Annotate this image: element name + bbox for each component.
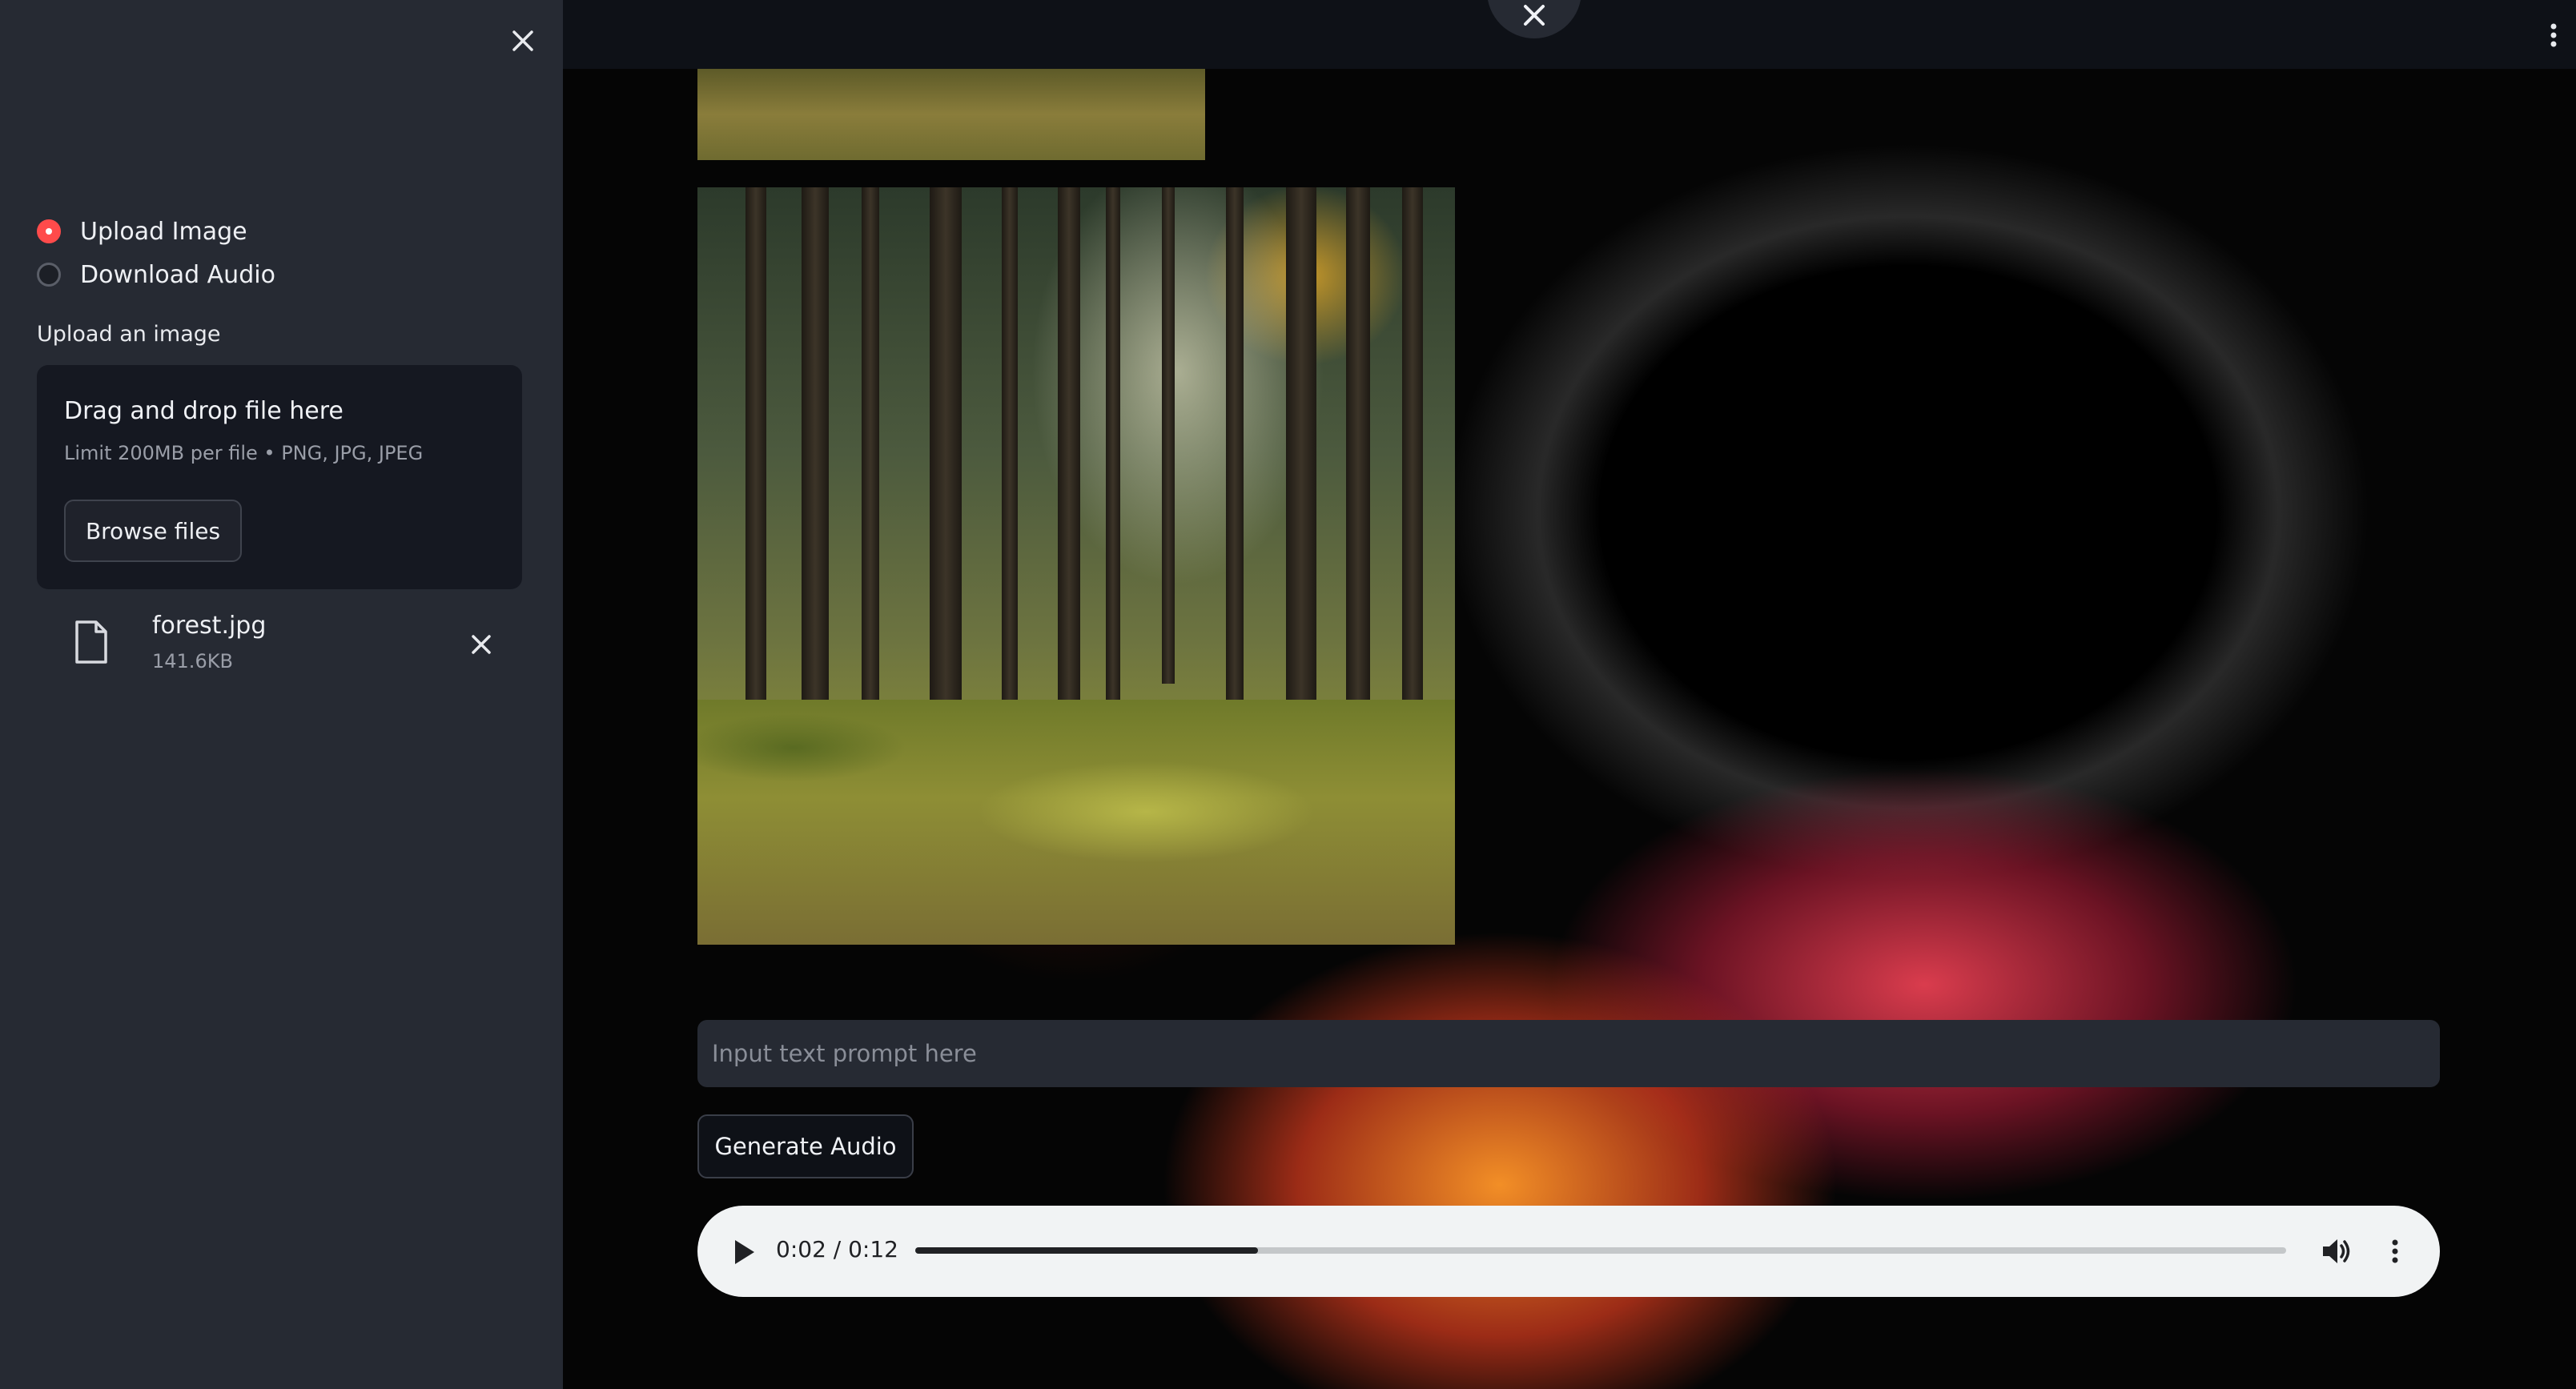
audio-progress-bar[interactable] (915, 1247, 2286, 1254)
radio-label: Download Audio (80, 260, 275, 289)
file-name: forest.jpg (152, 612, 267, 640)
text-prompt-input[interactable] (697, 1020, 2440, 1087)
audio-time: 0:02 / 0:12 (776, 1236, 898, 1263)
kebab-menu-icon (2550, 23, 2557, 47)
kebab-menu-icon (2392, 1239, 2398, 1263)
play-icon (735, 1240, 754, 1264)
sidebar: Upload Image Download Audio Upload an im… (0, 0, 563, 1389)
sidebar-close-button[interactable] (503, 21, 543, 61)
dropzone-title: Drag and drop file here (64, 397, 344, 425)
radio-label: Upload Image (80, 217, 247, 246)
remove-file-button[interactable] (461, 624, 501, 664)
radio-upload-image[interactable]: Upload Image (37, 210, 275, 253)
file-icon (74, 620, 109, 668)
radio-download-audio[interactable]: Download Audio (37, 253, 275, 296)
audio-volume-button[interactable] (2318, 1233, 2355, 1270)
close-icon (472, 635, 491, 654)
top-bar (563, 0, 2576, 69)
main-menu-button[interactable] (2538, 19, 2570, 51)
close-icon (1524, 5, 1545, 26)
mode-radio-group: Upload Image Download Audio (37, 210, 275, 296)
previous-image-strip (697, 69, 1205, 160)
generate-audio-button[interactable]: Generate Audio (697, 1114, 914, 1178)
audio-more-options-button[interactable] (2379, 1233, 2411, 1270)
close-icon (512, 30, 533, 51)
radio-button-selected[interactable] (37, 219, 61, 243)
uploaded-forest-image (697, 187, 1455, 945)
uploaded-file-item: forest.jpg 141.6KB (37, 600, 522, 688)
top-close-button[interactable] (1487, 0, 1581, 38)
browse-files-button[interactable]: Browse files (64, 500, 242, 562)
file-dropzone[interactable]: Drag and drop file here Limit 200MB per … (37, 365, 522, 589)
dropzone-limit-text: Limit 200MB per file • PNG, JPG, JPEG (64, 442, 424, 464)
uploader-label: Upload an image (37, 322, 221, 347)
file-size: 141.6KB (152, 650, 233, 672)
audio-player: 0:02 / 0:12 (697, 1206, 2440, 1297)
main-content: Generate Audio 0:02 / 0:12 (563, 0, 2576, 1389)
volume-icon (2323, 1239, 2350, 1263)
app-window: Upload Image Download Audio Upload an im… (0, 0, 2576, 1389)
radio-button[interactable] (37, 263, 61, 287)
audio-play-button[interactable] (726, 1234, 762, 1270)
audio-progress-fill (915, 1247, 1258, 1254)
